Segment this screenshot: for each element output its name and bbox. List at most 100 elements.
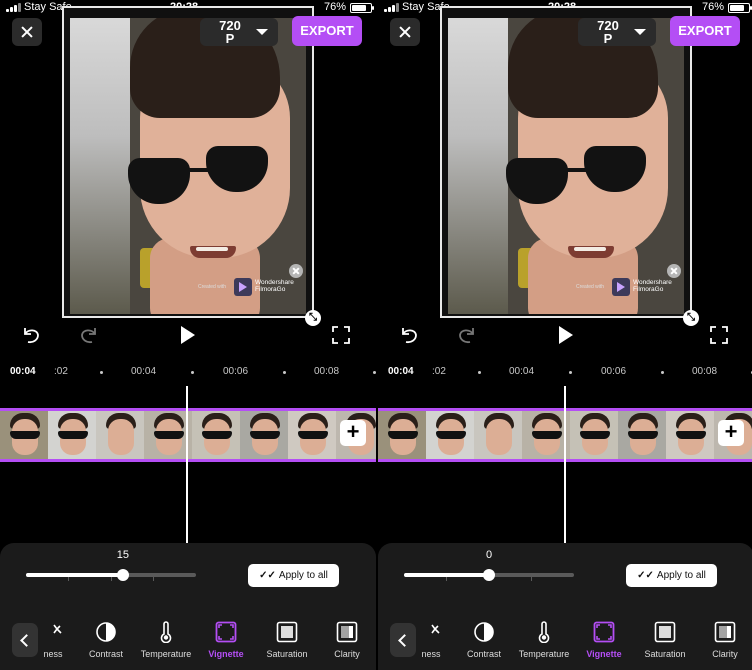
brightness-icon xyxy=(53,624,62,634)
tool-label: Saturation xyxy=(644,649,686,659)
tool-clarity[interactable]: Clarity xyxy=(316,621,376,659)
vignette-slider[interactable] xyxy=(404,569,574,581)
clip-thumbnail xyxy=(96,411,144,459)
signal-icon xyxy=(384,3,399,12)
slider-knob[interactable] xyxy=(116,569,129,581)
clip-thumbnail xyxy=(666,411,714,459)
video-preview[interactable]: Created with Wondershare FilmoraGo xyxy=(440,6,692,318)
temperature-icon xyxy=(160,621,172,643)
close-button[interactable] xyxy=(390,18,420,46)
undo-icon[interactable] xyxy=(20,324,42,346)
current-time: 00:04 xyxy=(388,366,414,377)
timeline-ruler: 00:04 :02 00:04 00:06 00:08 xyxy=(378,366,752,380)
vignette-icon xyxy=(593,621,615,643)
resize-handle-icon[interactable]: ⤡ xyxy=(305,310,321,326)
clip-thumbnail xyxy=(288,411,336,459)
ruler-tick: 00:06 xyxy=(223,366,249,377)
redo-icon[interactable] xyxy=(456,324,478,346)
remove-watermark-icon[interactable] xyxy=(667,264,681,278)
editor-screen-left: Stay Safe 20:28 76% Created with Wonders… xyxy=(0,0,376,670)
filmorago-logo-icon xyxy=(612,278,630,296)
current-time: 00:04 xyxy=(10,366,36,377)
tool-label: Contrast xyxy=(88,649,123,659)
tool-clarity[interactable]: Clarity xyxy=(694,621,752,659)
add-clip-button[interactable]: + xyxy=(718,420,744,446)
export-button[interactable]: EXPORT xyxy=(670,16,740,46)
tool-saturation[interactable]: Saturation xyxy=(256,621,318,659)
ruler-dot xyxy=(661,371,664,374)
ruler-dot xyxy=(373,371,376,374)
ruler-tick: 00:04 xyxy=(509,366,535,377)
clip-thumbnail xyxy=(48,411,96,459)
tool-vignette[interactable]: Vignette xyxy=(195,621,257,659)
add-clip-button[interactable]: + xyxy=(340,420,366,446)
vignette-icon xyxy=(215,621,237,643)
tool-temperature[interactable]: Temperature xyxy=(513,621,575,659)
undo-icon[interactable] xyxy=(398,324,420,346)
play-icon[interactable] xyxy=(554,324,576,346)
battery-icon xyxy=(728,3,752,13)
brightness-icon xyxy=(431,624,440,634)
watermark-created-text: Created with xyxy=(576,284,605,290)
play-icon[interactable] xyxy=(176,324,198,346)
contrast-icon xyxy=(474,622,494,642)
watermark-brand: Wondershare FilmoraGo xyxy=(633,279,672,293)
tool-label: Clarity xyxy=(334,649,360,659)
resolution-dropdown[interactable]: 720 P xyxy=(578,18,656,46)
clip-thumbnail xyxy=(474,411,522,459)
saturation-icon xyxy=(654,621,676,643)
clarity-icon xyxy=(336,621,358,643)
fullscreen-icon[interactable] xyxy=(708,324,730,346)
battery-icon xyxy=(350,3,374,13)
clarity-icon xyxy=(714,621,736,643)
chevron-down-icon xyxy=(256,29,268,35)
ruler-tick: :02 xyxy=(54,366,68,377)
clip-thumbnail xyxy=(570,411,618,459)
clip-thumbnail xyxy=(240,411,288,459)
tool-label: Vignette xyxy=(208,649,244,659)
editor-screen-right: Stay Safe 20:28 76% Created with Wonders… xyxy=(378,0,752,670)
playhead[interactable] xyxy=(186,386,188,544)
resolution-value: 720 P xyxy=(597,18,619,46)
playhead[interactable] xyxy=(564,386,566,544)
redo-icon[interactable] xyxy=(78,324,100,346)
export-button[interactable]: EXPORT xyxy=(292,16,362,46)
apply-to-all-button[interactable]: ✓✓ Apply to all xyxy=(626,564,717,587)
tool-contrast[interactable]: Contrast xyxy=(453,621,515,659)
slider-knob[interactable] xyxy=(483,569,495,581)
apply-to-all-button[interactable]: ✓✓ Apply to all xyxy=(248,564,339,587)
close-button[interactable] xyxy=(12,18,42,46)
video-frame-image xyxy=(70,18,306,314)
ruler-dot xyxy=(100,371,103,374)
tool-vignette[interactable]: Vignette xyxy=(573,621,635,659)
resolution-dropdown[interactable]: 720 P xyxy=(200,18,278,46)
tool-saturation[interactable]: Saturation xyxy=(634,621,696,659)
ruler-tick: 00:04 xyxy=(131,366,157,377)
timeline-ruler: 00:04 :02 00:04 00:06 00:08 xyxy=(0,366,376,380)
tool-label: Contrast xyxy=(466,649,501,659)
ruler-dot xyxy=(569,371,572,374)
tool-label: Temperature xyxy=(518,649,570,659)
saturation-icon xyxy=(276,621,298,643)
resize-handle-icon[interactable]: ⤡ xyxy=(683,310,699,326)
clip-thumbnail xyxy=(522,411,570,459)
adjust-panel: 15 ✓✓ Apply to all ness Contrast Temperat… xyxy=(0,543,376,670)
video-clip-track[interactable] xyxy=(0,408,376,462)
adjust-panel: 0 ✓✓ Apply to all ness Contrast Temperatu… xyxy=(378,543,752,670)
clip-thumbnail xyxy=(192,411,240,459)
filmorago-watermark: Created with Wondershare FilmoraGo xyxy=(576,278,684,298)
tool-label: Vignette xyxy=(586,649,622,659)
vignette-slider[interactable] xyxy=(26,569,196,581)
video-preview[interactable]: Created with Wondershare FilmoraGo xyxy=(62,6,314,318)
ruler-dot xyxy=(283,371,286,374)
tool-contrast[interactable]: Contrast xyxy=(75,621,137,659)
remove-watermark-icon[interactable] xyxy=(289,264,303,278)
fullscreen-icon[interactable] xyxy=(330,324,352,346)
signal-icon xyxy=(6,3,21,12)
filmorago-logo-icon xyxy=(234,278,252,296)
double-check-icon: ✓✓ xyxy=(259,570,276,581)
tool-label: Clarity xyxy=(712,649,738,659)
video-frame-image xyxy=(448,18,684,314)
tool-temperature[interactable]: Temperature xyxy=(135,621,197,659)
filmorago-watermark: Created with Wondershare FilmoraGo xyxy=(198,278,306,298)
